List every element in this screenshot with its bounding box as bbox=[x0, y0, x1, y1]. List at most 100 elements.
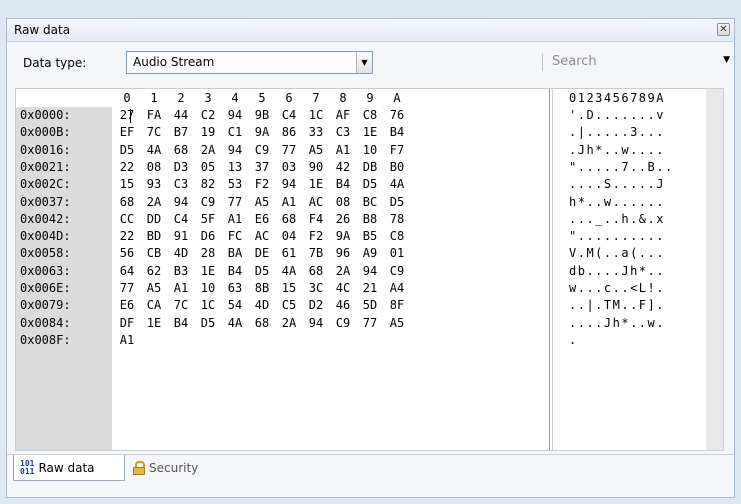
hex-row[interactable]: 0x000B: EF 7C B7 19 C1 9A 86 33 C3 1E B4 .|.....3... bbox=[16, 124, 723, 141]
hex-byte[interactable]: C4 bbox=[169, 211, 193, 228]
hex-byte[interactable]: 56 bbox=[115, 245, 139, 262]
hex-byte[interactable]: 13 bbox=[223, 159, 247, 176]
hex-byte[interactable]: AF bbox=[331, 107, 355, 124]
hex-byte[interactable]: 68 bbox=[250, 315, 274, 332]
ascii-text[interactable]: ..|.TM..F]. bbox=[569, 297, 665, 314]
hex-byte[interactable]: 4C bbox=[331, 280, 355, 297]
hex-byte[interactable]: 4A bbox=[277, 263, 301, 280]
hex-byte[interactable]: 46 bbox=[331, 297, 355, 314]
hex-byte[interactable]: D5 bbox=[250, 263, 274, 280]
tab-raw-data[interactable]: 101 011 Raw data bbox=[13, 455, 125, 481]
hex-byte[interactable]: A5 bbox=[304, 142, 328, 159]
data-type-select[interactable]: Audio Stream ▼ bbox=[126, 51, 373, 74]
hex-byte[interactable]: D6 bbox=[196, 228, 220, 245]
hex-byte[interactable]: 1C bbox=[196, 297, 220, 314]
hex-row[interactable]: 0x0058: 56 CB 4D 28 BA DE 61 7B 96 A9 01 V.M(..a(... bbox=[16, 245, 723, 262]
hex-byte[interactable]: 77 bbox=[358, 315, 382, 332]
hex-byte[interactable]: DF bbox=[115, 315, 139, 332]
hex-byte[interactable]: B3 bbox=[169, 263, 193, 280]
hex-byte[interactable]: A4 bbox=[385, 280, 409, 297]
hex-row[interactable]: 0x006E: 77 A5 A1 10 63 8B 15 3C 4C 21 A4 w...c..<L!. bbox=[16, 280, 723, 297]
hex-byte[interactable]: C5 bbox=[277, 297, 301, 314]
hex-byte[interactable]: B4 bbox=[385, 124, 409, 141]
hex-byte[interactable]: C9 bbox=[385, 263, 409, 280]
hex-byte[interactable]: C9 bbox=[196, 194, 220, 211]
hex-byte[interactable]: 2A bbox=[331, 263, 355, 280]
hex-byte[interactable]: 91 bbox=[169, 228, 193, 245]
hex-byte[interactable]: E6 bbox=[115, 297, 139, 314]
hex-byte[interactable]: 37 bbox=[250, 159, 274, 176]
tab-security[interactable]: Security bbox=[127, 455, 227, 481]
hex-byte[interactable]: 82 bbox=[196, 176, 220, 193]
ascii-text[interactable]: ".......... bbox=[569, 228, 665, 245]
ascii-text[interactable]: ....Jh*..w. bbox=[569, 315, 665, 332]
hex-byte[interactable]: 04 bbox=[277, 228, 301, 245]
hex-byte[interactable]: 94 bbox=[277, 176, 301, 193]
hex-byte[interactable]: 96 bbox=[331, 245, 355, 262]
hex-byte[interactable]: F2 bbox=[250, 176, 274, 193]
hex-byte[interactable]: D5 bbox=[358, 176, 382, 193]
hex-byte[interactable]: AC bbox=[304, 194, 328, 211]
hex-byte[interactable]: C1 bbox=[223, 124, 247, 141]
hex-byte[interactable]: 94 bbox=[304, 315, 328, 332]
hex-byte[interactable]: 94 bbox=[223, 107, 247, 124]
hex-byte[interactable]: 86 bbox=[277, 124, 301, 141]
hex-byte[interactable]: 21 bbox=[358, 280, 382, 297]
hex-byte[interactable]: C9 bbox=[250, 142, 274, 159]
hex-byte[interactable]: DB bbox=[358, 159, 382, 176]
hex-byte[interactable]: 28 bbox=[196, 245, 220, 262]
hex-byte[interactable]: C4 bbox=[277, 107, 301, 124]
hex-row[interactable]: 0x008F: A1. bbox=[16, 332, 723, 349]
hex-byte[interactable]: 77 bbox=[115, 280, 139, 297]
ascii-text[interactable]: .|.....3... bbox=[569, 124, 665, 141]
hex-byte[interactable]: D5 bbox=[196, 315, 220, 332]
search-box[interactable]: Search ▼ bbox=[542, 51, 734, 74]
hex-byte[interactable]: 9B bbox=[250, 107, 274, 124]
hex-byte[interactable]: 10 bbox=[358, 142, 382, 159]
hex-byte[interactable]: 61 bbox=[277, 245, 301, 262]
hex-byte[interactable]: 08 bbox=[142, 159, 166, 176]
hex-byte[interactable]: C3 bbox=[169, 176, 193, 193]
hex-byte[interactable]: 4D bbox=[169, 245, 193, 262]
hex-byte[interactable]: C8 bbox=[358, 107, 382, 124]
hex-byte[interactable]: 7B bbox=[304, 245, 328, 262]
hex-byte[interactable]: 2A bbox=[277, 315, 301, 332]
search-dropdown-icon[interactable]: ▼ bbox=[723, 55, 730, 65]
hex-byte[interactable]: 94 bbox=[169, 194, 193, 211]
hex-byte[interactable]: 33 bbox=[304, 124, 328, 141]
hex-byte[interactable]: BA bbox=[223, 245, 247, 262]
ascii-text[interactable]: '.D.......v bbox=[569, 107, 665, 124]
hex-byte[interactable]: 01 bbox=[385, 245, 409, 262]
hex-byte[interactable]: A5 bbox=[385, 315, 409, 332]
hex-byte[interactable]: BC bbox=[358, 194, 382, 211]
hex-byte[interactable]: 76 bbox=[385, 107, 409, 124]
hex-byte[interactable]: B4 bbox=[331, 176, 355, 193]
hex-byte[interactable]: 4A bbox=[223, 315, 247, 332]
hex-row[interactable]: 0x0063: 64 62 B3 1E B4 D5 4A 68 2A 94 C9 db....Jh*.. bbox=[16, 263, 723, 280]
hex-byte[interactable]: D5 bbox=[115, 142, 139, 159]
hex-byte[interactable]: 68 bbox=[304, 263, 328, 280]
hex-byte[interactable]: 5D bbox=[358, 297, 382, 314]
hex-byte[interactable]: 63 bbox=[223, 280, 247, 297]
hex-byte[interactable]: 4A bbox=[142, 142, 166, 159]
hex-byte[interactable]: A1 bbox=[223, 211, 247, 228]
hex-byte[interactable]: B4 bbox=[169, 315, 193, 332]
hex-byte[interactable]: 22 bbox=[115, 159, 139, 176]
hex-byte[interactable]: F4 bbox=[304, 211, 328, 228]
close-icon[interactable]: ✕ bbox=[717, 23, 730, 36]
hex-byte[interactable]: D2 bbox=[304, 297, 328, 314]
hex-byte[interactable]: B8 bbox=[358, 211, 382, 228]
hex-byte[interactable]: 4A bbox=[385, 176, 409, 193]
ascii-text[interactable]: V.M(..a(... bbox=[569, 245, 665, 262]
hex-byte[interactable]: 8F bbox=[385, 297, 409, 314]
hex-byte[interactable]: 53 bbox=[223, 176, 247, 193]
hex-byte[interactable]: 93 bbox=[142, 176, 166, 193]
hex-byte[interactable]: BD bbox=[142, 228, 166, 245]
hex-byte[interactable]: CC bbox=[115, 211, 139, 228]
hex-byte[interactable]: 3C bbox=[304, 280, 328, 297]
hex-byte[interactable]: CA bbox=[142, 297, 166, 314]
hex-byte[interactable]: 94 bbox=[223, 142, 247, 159]
hex-byte[interactable]: 1E bbox=[196, 263, 220, 280]
hex-byte[interactable]: 2A bbox=[196, 142, 220, 159]
hex-byte[interactable]: 15 bbox=[115, 176, 139, 193]
